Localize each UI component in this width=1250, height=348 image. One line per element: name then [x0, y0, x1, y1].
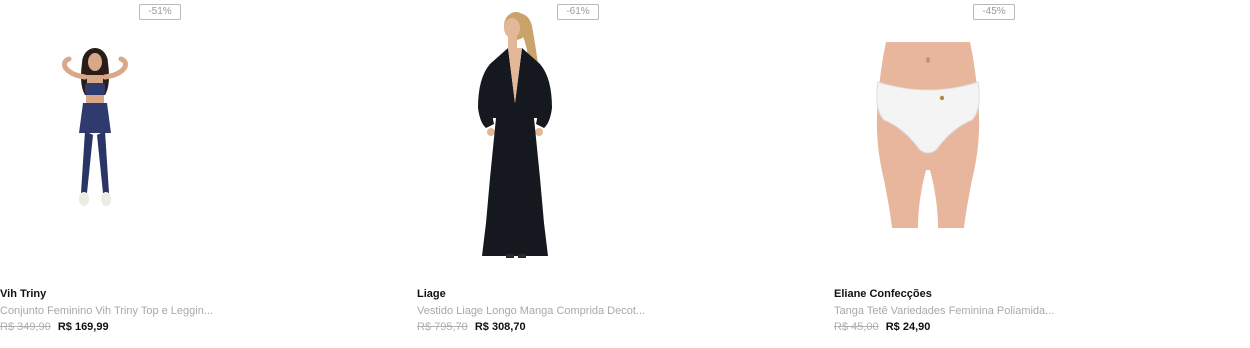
- product-photo-white-panties: [876, 42, 980, 228]
- product-image[interactable]: [0, 0, 400, 280]
- product-prices: R$ 349,90 R$ 169,99: [0, 321, 109, 333]
- product-name[interactable]: Vestido Liage Longo Manga Comprida Decot…: [417, 305, 645, 317]
- old-price: R$ 795,70: [417, 321, 468, 333]
- product-card[interactable]: -51% Vih Triny Conjunto Feminino Vih Tri…: [0, 0, 400, 348]
- old-price: R$ 349,90: [0, 321, 51, 333]
- product-prices: R$ 45,00 R$ 24,90: [834, 321, 930, 333]
- product-grid: -51% Vih Triny Conjunto Feminino Vih Tri…: [0, 0, 1250, 348]
- product-card[interactable]: -45% Eliane Confecções Tanga Tetê Varied…: [834, 0, 1234, 348]
- current-price: R$ 308,70: [474, 321, 526, 333]
- product-brand[interactable]: Vih Triny: [0, 288, 46, 300]
- old-price: R$ 45,00: [834, 321, 879, 333]
- product-image[interactable]: [834, 0, 1234, 280]
- product-brand[interactable]: Eliane Confecções: [834, 288, 932, 300]
- product-photo-woman-activewear: [62, 48, 128, 206]
- product-name[interactable]: Tanga Tetê Variedades Feminina Poliamida…: [834, 305, 1054, 317]
- product-photo-woman-black-dress: [478, 12, 552, 258]
- current-price: R$ 169,99: [57, 321, 109, 333]
- product-image[interactable]: [417, 0, 817, 280]
- product-card[interactable]: -61% Liage Vestido Liage Longo Manga Com…: [417, 0, 817, 348]
- product-prices: R$ 795,70 R$ 308,70: [417, 321, 526, 333]
- product-name[interactable]: Conjunto Feminino Vih Triny Top e Leggin…: [0, 305, 213, 317]
- product-brand[interactable]: Liage: [417, 288, 446, 300]
- current-price: R$ 24,90: [885, 321, 931, 333]
